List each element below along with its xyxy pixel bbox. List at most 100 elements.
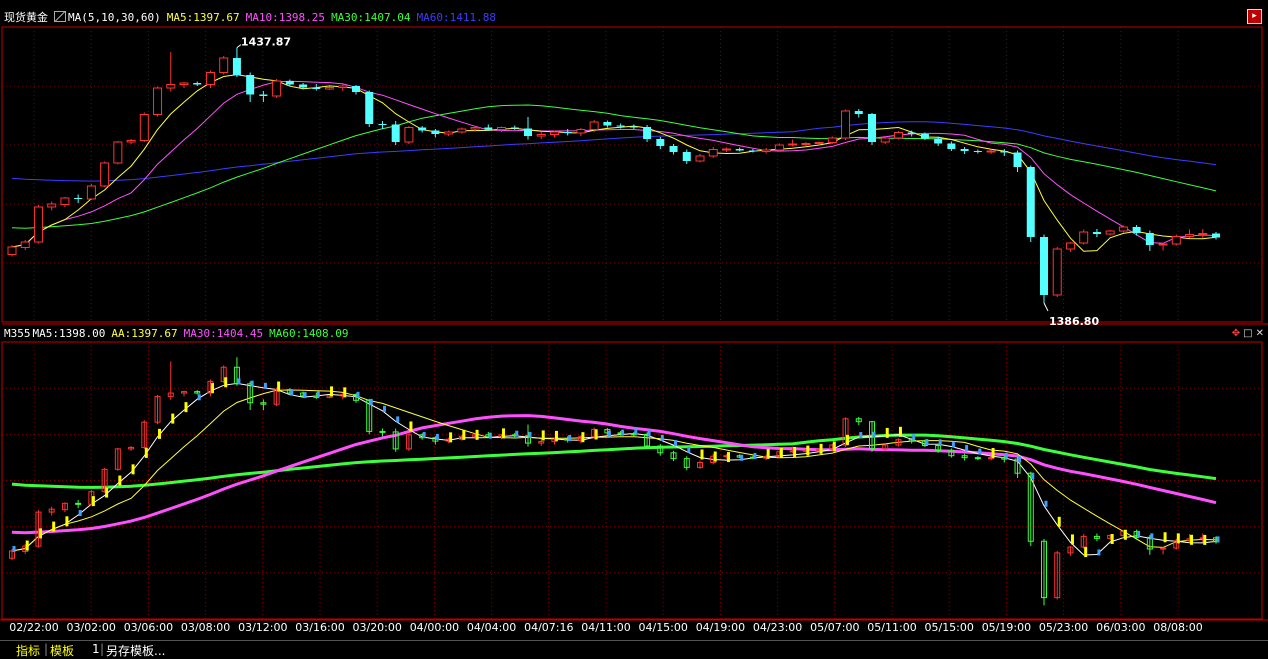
sub-signal-mark (250, 380, 254, 387)
sub-signal-mark (52, 521, 56, 532)
sub-signal-mark (12, 545, 16, 552)
sub-signal-mark (396, 416, 400, 423)
candle-body-up (1052, 248, 1062, 296)
sub-signal-mark (356, 391, 360, 398)
ma-indicator-icon[interactable] (54, 11, 66, 22)
sub-signal-mark (1150, 533, 1154, 540)
sub-signal-mark (65, 516, 69, 527)
sub-signal-mark (568, 434, 572, 441)
sub-bar-down (379, 430, 386, 433)
maximize-icon[interactable]: □ (1243, 328, 1252, 339)
candle-body-down (1145, 233, 1154, 245)
candle-body-up (576, 129, 586, 134)
candle-body-up (893, 132, 903, 139)
candle-body-up (1158, 243, 1168, 246)
sub-signal-mark (621, 429, 625, 436)
sub-signal-mark (1031, 472, 1035, 479)
sub-signal-mark (528, 432, 532, 439)
sub-signal-mark (144, 447, 148, 458)
x-tick-label: 05/11:00 (867, 621, 916, 634)
sub-signal-mark (951, 441, 955, 448)
sub-signal-mark (449, 432, 453, 443)
candle-body-up (1118, 226, 1128, 232)
sub-signal-mark (753, 452, 757, 459)
candle-body-up (100, 162, 110, 187)
sub-ma30-line (11, 414, 1217, 535)
candle-body-down (193, 83, 202, 85)
tab-template[interactable]: 模板 (50, 642, 74, 659)
sub-signal-mark (1190, 534, 1194, 545)
candle-body-down (378, 124, 387, 125)
candle-body-up (166, 84, 176, 89)
candle-body-down (656, 139, 665, 146)
bottom-toolbar: 指标 | 模板 1 | 另存模板... (0, 640, 1268, 658)
sub-signal-mark (224, 377, 228, 388)
legend-ma30: MA30:1407.04 (331, 11, 411, 24)
candle-body-up (721, 148, 731, 151)
sub-legend-ma60: MA60:1408.09 (269, 327, 349, 340)
candle-body-up (139, 114, 149, 141)
x-tick-label: 03/20:00 (352, 621, 401, 634)
x-tick-label: 04/04:00 (467, 621, 516, 634)
sub-signal-mark (78, 510, 82, 517)
sub-signal-mark (647, 430, 651, 437)
sub-signal-mark (541, 430, 545, 441)
candle-body-up (219, 57, 229, 73)
sub-signal-mark (25, 540, 29, 551)
legend-ma5: MA5:1397.67 (166, 11, 240, 24)
sub-signal-mark (38, 528, 42, 539)
main-legend: 现货黄金 MA(5,10,30,60) MA5:1397.67 MA10:1398.2… (4, 9, 502, 25)
sub-signal-mark (91, 496, 95, 507)
x-tick-label: 03/02:00 (66, 621, 115, 634)
low-annotation-pointer (1043, 302, 1049, 312)
candle-body-down (735, 149, 744, 151)
candle-body-up (536, 134, 546, 137)
main-panel-frame (1, 26, 1263, 323)
candle-body-down (484, 127, 493, 130)
sub-legend-aa: AA:1397.67 (111, 327, 178, 340)
candle-body-up (1185, 234, 1195, 237)
symbol-name: 现货黄金 (4, 11, 48, 24)
candle-body-down (920, 134, 929, 139)
ma30-line (11, 104, 1217, 229)
candle-body-down (1132, 227, 1141, 233)
sub-signal-mark (660, 434, 664, 441)
candle-body-up (179, 82, 189, 85)
close-panel-icon[interactable]: ✕ (1256, 328, 1264, 339)
x-tick-label: 05/19:00 (982, 621, 1031, 634)
candle-body-down (259, 94, 268, 96)
sub-signal-mark (237, 378, 241, 385)
high-annotation-label: 1437.87 (241, 36, 291, 49)
sub-signal-mark (184, 402, 188, 413)
save-template-button[interactable]: 另存模板... (106, 642, 165, 659)
sub-signal-mark (382, 405, 386, 412)
legend-ma60: MA60:1411.88 (416, 11, 497, 24)
sub-signal-mark (1070, 534, 1074, 545)
sub-signal-mark (303, 392, 307, 399)
candle-body-down (947, 143, 956, 149)
candle-body-up (1079, 231, 1089, 244)
candle-body-up (60, 197, 70, 205)
sub-legend-ma30: MA30:1404.45 (183, 327, 264, 340)
candle-body-down (299, 84, 308, 88)
sub-signal-mark (1110, 534, 1114, 545)
sub-signal-mark (713, 451, 717, 462)
move-icon[interactable]: ✥ (1232, 328, 1240, 339)
candle-body-up (47, 203, 57, 208)
x-tick-label: 05/23:00 (1039, 621, 1088, 634)
sub-signal-mark (766, 448, 770, 459)
tab-separator: | (44, 642, 49, 656)
sub-signal-mark (740, 454, 744, 461)
sub-signal-mark (422, 431, 426, 438)
candle-body-up (761, 149, 771, 152)
sub-signal-mark (131, 464, 135, 475)
sub-signal-mark (502, 428, 506, 439)
sub-signal-mark (859, 432, 863, 439)
tab-indicator[interactable]: 指标 (16, 642, 40, 659)
ma60-line (11, 121, 1217, 182)
x-tick-label: 04/19:00 (696, 621, 745, 634)
x-tick-label: 03/16:00 (295, 621, 344, 634)
close-icon[interactable]: ▸ (1247, 9, 1262, 24)
candle-body-down (1013, 152, 1022, 167)
candle-body-down (629, 126, 638, 128)
